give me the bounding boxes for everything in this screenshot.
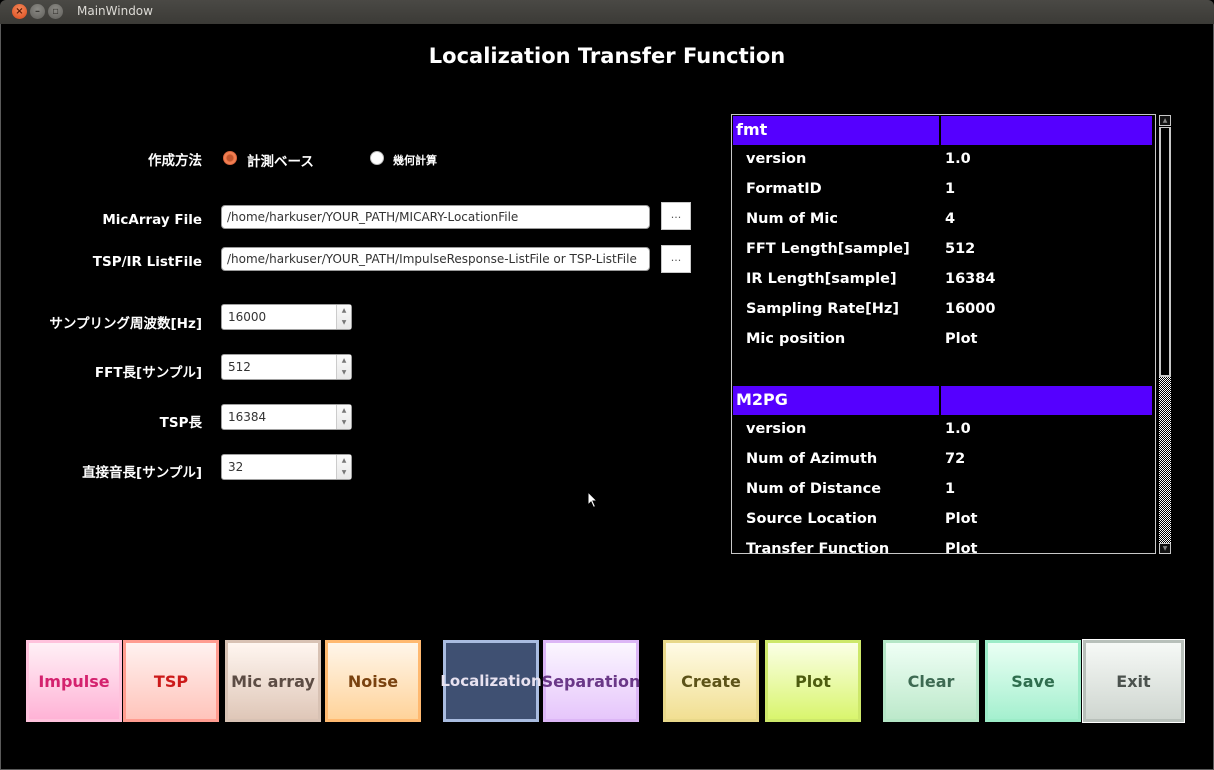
fft-length-value: 512: [228, 360, 251, 374]
clear-button[interactable]: Clear: [883, 640, 979, 722]
separation-button[interactable]: Separation: [542, 640, 640, 722]
sampling-rate-label: サンプリング周波数[Hz]: [49, 316, 202, 332]
impulse-button[interactable]: Impulse: [26, 640, 122, 722]
mouse-cursor-icon: [587, 491, 599, 509]
property-value: Plot: [945, 511, 978, 527]
property-value: Plot: [945, 331, 978, 347]
property-key: Num of Mic: [746, 211, 838, 227]
scrollbar-track[interactable]: [1159, 377, 1171, 543]
property-row[interactable]: Sampling Rate[Hz] 16000: [732, 295, 1152, 325]
spin-up-icon[interactable]: ▲: [337, 455, 351, 467]
minimize-icon: –: [35, 5, 40, 17]
property-row[interactable]: IR Length[sample] 16384: [732, 265, 1152, 295]
tsp-length-value: 16384: [228, 410, 267, 424]
fft-length-spinbox[interactable]: 512 ▲ ▼: [221, 354, 352, 380]
property-value: 1: [945, 181, 956, 197]
maximize-icon: ▫: [52, 5, 59, 17]
section-header-fmt[interactable]: fmt: [733, 116, 1152, 145]
radio-measurement-based-label[interactable]: 計測ベース: [247, 150, 314, 170]
window-title: MainWindow: [77, 4, 153, 18]
spin-down-icon[interactable]: ▼: [337, 467, 351, 479]
property-value: 72: [945, 451, 966, 467]
scroll-down-arrow-icon[interactable]: ▼: [1159, 543, 1171, 554]
micarray-file-input[interactable]: /home/harkuser/YOUR_PATH/MICARY-Location…: [221, 205, 650, 229]
property-key: Mic position: [746, 331, 846, 347]
micarray-browse-button[interactable]: ...: [661, 202, 691, 230]
window-maximize-button[interactable]: ▫: [48, 4, 63, 19]
property-tree-scrollbar[interactable]: ▲ ▼: [1158, 114, 1172, 555]
window-minimize-button[interactable]: –: [30, 4, 45, 19]
property-tree[interactable]: fmt version 1.0 FormatID 1 Num of Mic 4 FFT…: [731, 114, 1156, 554]
property-row[interactable]: Num of Distance 1: [732, 475, 1152, 505]
radio-measurement-based[interactable]: [223, 151, 237, 165]
property-row[interactable]: FormatID 1: [732, 175, 1152, 205]
tsp-ir-listfile-input[interactable]: /home/harkuser/YOUR_PATH/ImpulseResponse…: [221, 247, 650, 271]
spin-up-icon[interactable]: ▲: [337, 305, 351, 317]
spin-down-icon[interactable]: ▼: [337, 317, 351, 329]
page-title: Localization Transfer Function: [428, 44, 786, 68]
spin-down-icon[interactable]: ▼: [337, 417, 351, 429]
property-key: Num of Distance: [746, 481, 882, 497]
property-key: IR Length[sample]: [746, 271, 897, 287]
property-key: Source Location: [746, 511, 878, 527]
tsp-ir-listfile-label: TSP/IR ListFile: [92, 254, 202, 270]
localization-button[interactable]: Localization: [440, 640, 542, 722]
save-button[interactable]: Save: [985, 640, 1081, 722]
sampling-rate-spinbox[interactable]: 16000 ▲ ▼: [221, 304, 352, 330]
window-titlebar: × – ▫ MainWindow: [0, 0, 1214, 24]
radio-geometric-calc-label[interactable]: 幾何計算: [393, 152, 437, 168]
method-label: 作成方法: [148, 153, 202, 169]
close-icon: ×: [15, 5, 24, 17]
direct-sound-length-value: 32: [228, 460, 244, 474]
property-row[interactable]: Num of Mic 4: [732, 205, 1152, 235]
property-key: version: [746, 421, 807, 437]
sampling-rate-value: 16000: [228, 310, 267, 324]
property-key: Num of Azimuth: [746, 451, 878, 467]
spin-up-icon[interactable]: ▲: [337, 405, 351, 417]
property-row[interactable]: FFT Length[sample] 512: [732, 235, 1152, 265]
mic-array-button[interactable]: Mic array: [225, 640, 321, 722]
scroll-up-arrow-icon[interactable]: ▲: [1159, 115, 1171, 126]
tsp-length-spinbox[interactable]: 16384 ▲ ▼: [221, 404, 352, 430]
window-close-button[interactable]: ×: [12, 4, 27, 19]
spin-up-icon[interactable]: ▲: [337, 355, 351, 367]
property-value: 16000: [945, 301, 996, 317]
noise-button[interactable]: Noise: [325, 640, 421, 722]
property-key: FFT Length[sample]: [746, 241, 910, 257]
property-value: 4: [945, 211, 956, 227]
direct-sound-length-spinbox[interactable]: 32 ▲ ▼: [221, 454, 352, 480]
create-button[interactable]: Create: [663, 640, 759, 722]
property-key: version: [746, 151, 807, 167]
property-key: Sampling Rate[Hz]: [746, 301, 899, 317]
property-row[interactable]: Source Location Plot: [732, 505, 1152, 535]
property-value: 512: [945, 241, 976, 257]
property-value: 16384: [945, 271, 996, 287]
property-row[interactable]: version 1.0: [732, 415, 1152, 445]
property-row[interactable]: Transfer Function Plot: [732, 535, 1152, 554]
direct-sound-length-label: 直接音長[サンプル]: [82, 465, 202, 481]
radio-geometric-calc[interactable]: [370, 151, 384, 165]
property-key: Transfer Function: [746, 541, 890, 554]
property-value: Plot: [945, 541, 978, 554]
property-row[interactable]: Mic position Plot: [732, 325, 1152, 355]
tsp-ir-browse-button[interactable]: ...: [661, 245, 691, 273]
spin-down-icon[interactable]: ▼: [337, 367, 351, 379]
property-row[interactable]: Num of Azimuth 72: [732, 445, 1152, 475]
tsp-length-label: TSP長: [159, 415, 202, 431]
property-row[interactable]: version 1.0: [732, 145, 1152, 175]
property-value: 1.0: [945, 151, 971, 167]
micarray-file-label: MicArray File: [102, 212, 202, 228]
property-value: 1: [945, 481, 956, 497]
property-key: FormatID: [746, 181, 822, 197]
plot-button[interactable]: Plot: [765, 640, 861, 722]
property-value: 1.0: [945, 421, 971, 437]
fft-length-label: FFT長[サンプル]: [94, 365, 202, 381]
section-name: M2PG: [733, 386, 941, 415]
tsp-button[interactable]: TSP: [123, 640, 219, 722]
exit-button[interactable]: Exit: [1082, 639, 1185, 723]
section-name: fmt: [733, 116, 941, 145]
scrollbar-thumb[interactable]: [1159, 127, 1171, 377]
section-header-m2pg[interactable]: M2PG: [733, 386, 1152, 415]
